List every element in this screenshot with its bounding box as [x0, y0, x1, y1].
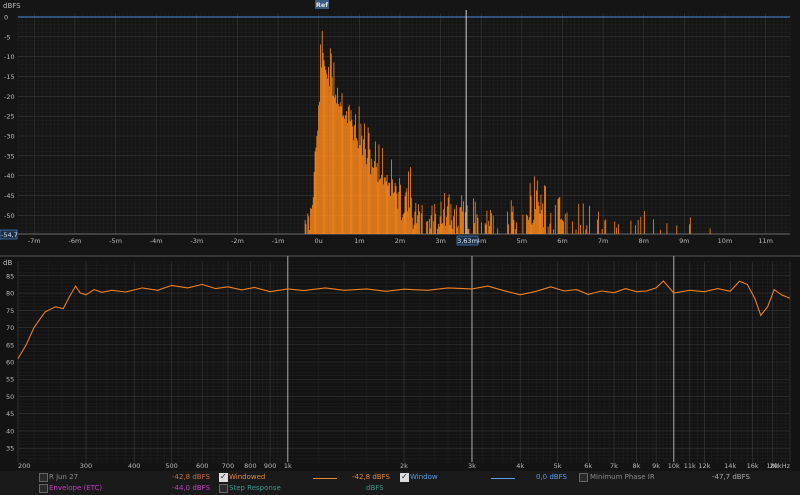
- spl-x-tick-label: 6k: [584, 462, 592, 470]
- spl-x-tick-label: 1k: [284, 462, 292, 470]
- legend-windowed-label: Windowed: [229, 473, 266, 481]
- spl-unit-label: dB: [3, 259, 12, 267]
- legend-windowed-value: -42,8 dBFS: [352, 473, 390, 481]
- legend-window-value: 0,0 dBFS: [536, 473, 567, 481]
- impulse-y-tick-label: -45: [4, 192, 15, 200]
- spl-x-tick-label: 8k: [632, 462, 640, 470]
- spl-x-tick-label: 12k: [698, 462, 710, 470]
- impulse-x-tick-label: -1m: [272, 237, 285, 245]
- legend-envelope-value: -44,0 dBFS: [172, 484, 210, 492]
- spl-x-tick-label: 20kHz: [770, 462, 791, 470]
- impulse-y-tick-label: -30: [4, 132, 15, 140]
- impulse-y-tick-label: -40: [4, 172, 15, 180]
- impulse-y-tick-label: 0: [4, 13, 8, 21]
- impulse-x-tick-label: 1m: [354, 237, 364, 245]
- spl-y-tick-label: 55: [6, 376, 14, 384]
- legend-step-response-value: dBFS: [366, 484, 384, 492]
- impulse-x-tick-label: 11m: [758, 237, 773, 245]
- spl-x-tick-label: 7k: [610, 462, 618, 470]
- legend-minimum-phase-value: -47,7 dBFS: [712, 473, 750, 481]
- spl-x-tick-label: 600: [196, 462, 208, 470]
- windowed-swatch: [313, 478, 337, 479]
- spl-x-tick-label: 300: [80, 462, 92, 470]
- impulse-y-tick-label: -25: [4, 113, 15, 121]
- spl-x-tick-label: 16k: [747, 462, 759, 470]
- spl-y-tick-label: 80: [6, 290, 14, 298]
- spl-x-tick-label: 5k: [554, 462, 562, 470]
- impulse-x-tick-label: 3m: [435, 237, 445, 245]
- legend-r-jun27-label: R jun 27: [49, 473, 79, 481]
- spl-panel-background: [0, 256, 800, 471]
- cursor-readout: 3,63m: [457, 237, 478, 245]
- impulse-y-tick-label: -35: [4, 152, 15, 160]
- impulse-x-tick-label: 7m: [598, 237, 608, 245]
- impulse-x-tick-label: 2m: [395, 237, 405, 245]
- impulse-x-tick-label: 8m: [638, 237, 648, 245]
- step-response-checkbox[interactable]: [219, 484, 228, 493]
- spl-y-tick-label: 65: [6, 341, 14, 349]
- window-checkbox[interactable]: [400, 471, 409, 482]
- impulse-y-tick-label: -10: [4, 53, 15, 61]
- spl-x-tick-label: 900: [264, 462, 276, 470]
- measurement-charts: -7m -6m -5m -4m -3m -2m -1m 0u 1m 2m 3m 4m 5m 6m 7m 8m 9…: [0, 0, 800, 471]
- spl-x-tick-label: 800: [244, 462, 256, 470]
- r-jun27-checkbox[interactable]: [39, 473, 48, 482]
- spl-y-tick-label: 75: [6, 307, 14, 315]
- legend-envelope-label: Envelope (ETC): [49, 484, 103, 492]
- window-swatch: [491, 478, 515, 479]
- legend-r-jun27-value: -42,8 dBFS: [172, 473, 210, 481]
- impulse-x-tick-label: -2m: [231, 237, 244, 245]
- impulse-y-tick-label: -50: [4, 212, 15, 220]
- impulse-x-tick-label: 5m: [517, 237, 527, 245]
- spl-x-tick-label: 9k: [652, 462, 660, 470]
- impulse-x-tick-label: -4m: [150, 237, 163, 245]
- spl-x-tick-label: 11k: [684, 462, 696, 470]
- impulse-x-tick-label: 6m: [557, 237, 567, 245]
- impulse-y-tick-label: -5: [4, 33, 10, 41]
- spl-x-tick-label: 700: [222, 462, 234, 470]
- spl-x-tick-label: 14k: [724, 462, 736, 470]
- legend-minimum-phase-label: Minimum Phase IR: [590, 473, 655, 481]
- window-level-label: -54,7: [1, 231, 18, 239]
- spl-y-tick-label: 60: [6, 359, 14, 367]
- impulse-unit-label: dBFS: [3, 2, 21, 10]
- impulse-x-tick-label: -6m: [68, 237, 81, 245]
- spl-x-tick-label: 3k: [468, 462, 476, 470]
- legend-row-2: Envelope (ETC) -44,0 dBFS Step Response …: [0, 483, 800, 495]
- impulse-x-tick-label: 0u: [315, 237, 323, 245]
- spl-y-tick-label: 40: [6, 427, 14, 435]
- spl-y-tick-label: 85: [6, 272, 14, 280]
- windowed-checkbox[interactable]: [219, 471, 228, 482]
- impulse-x-tick-label: 10m: [718, 237, 733, 245]
- spl-y-tick-label: 50: [6, 393, 14, 401]
- spl-y-tick-label: 35: [6, 445, 14, 453]
- impulse-y-tick-label: -20: [4, 93, 15, 101]
- spl-y-tick-label: 70: [6, 324, 14, 332]
- impulse-x-tick-label: -5m: [109, 237, 122, 245]
- ref-badge-label: Ref: [316, 1, 328, 9]
- impulse-x-tick-label: 9m: [679, 237, 689, 245]
- spl-x-tick-label: 400: [128, 462, 140, 470]
- spl-x-tick-label: 200: [18, 462, 30, 470]
- minimum-phase-checkbox[interactable]: [579, 473, 588, 482]
- spl-x-tick-label: 500: [165, 462, 177, 470]
- envelope-checkbox[interactable]: [39, 484, 48, 493]
- legend-window-label: Window: [410, 473, 438, 481]
- impulse-y-tick-label: -15: [4, 73, 15, 81]
- spl-x-tick-label: 10k: [668, 462, 680, 470]
- spl-x-tick-label: 4k: [516, 462, 524, 470]
- spl-y-tick-label: 45: [6, 410, 14, 418]
- spl-x-tick-label: 2k: [400, 462, 408, 470]
- impulse-x-tick-label: -3m: [190, 237, 203, 245]
- legend-bar: R jun 27 -42,8 dBFS Windowed -42,8 dBFS …: [0, 471, 800, 495]
- legend-step-response-label: Step Response: [229, 484, 281, 492]
- impulse-x-tick-label: -7m: [28, 237, 41, 245]
